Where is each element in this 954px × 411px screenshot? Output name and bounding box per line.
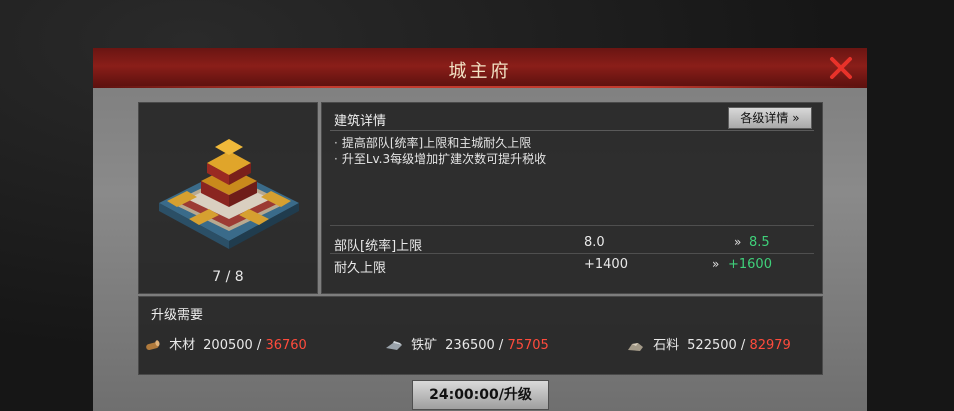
iron-ore-icon <box>386 340 402 350</box>
stat-row: 部队[统率]上限 8.0 » 8.5 <box>334 235 814 255</box>
description-item: · 提高部队[统率]上限和主城耐久上限 <box>334 136 532 150</box>
title-bar: 城主府 <box>93 48 867 88</box>
dialog-title: 城主府 <box>448 61 512 82</box>
stat-next: 8.5 <box>749 235 770 250</box>
building-dialog: 城主府 7 / 8 建筑详情 各级详情 » · 提高部队[统率]上限和主城耐久上… <box>93 48 867 411</box>
stat-current: 8.0 <box>584 235 605 250</box>
upgrade-arrow-icon: » <box>712 257 720 271</box>
details-title: 建筑详情 <box>334 114 387 129</box>
building-thumbnail-panel: 7 / 8 <box>138 102 318 294</box>
palace-building-icon <box>159 139 299 249</box>
stat-next: +1600 <box>728 257 772 272</box>
stat-name: 耐久上限 <box>334 261 387 276</box>
resource-wood: 木材 200500 / 36760 <box>145 334 307 353</box>
description-list: · 提高部队[统率]上限和主城耐久上限 · 升至Lv.3每级增加扩建次数可提升税收 <box>334 135 546 167</box>
building-level: 7 / 8 <box>212 269 244 285</box>
upgrade-button[interactable]: 24:00:00/升级 <box>412 380 549 410</box>
divider <box>330 253 814 254</box>
resource-iron: 铁矿 236500 / 75705 <box>385 334 549 353</box>
stat-row: 耐久上限 +1400 » +1600 <box>334 257 814 277</box>
stat-name: 部队[统率]上限 <box>334 239 423 254</box>
building-details-panel: 建筑详情 各级详情 » · 提高部队[统率]上限和主城耐久上限 · 升至Lv.3每级… <box>321 102 823 294</box>
close-icon <box>830 57 852 79</box>
upgrade-requirements-panel: 升级需要 木材 200500 / 36760 铁矿 236500 / 75705 石… <box>138 296 823 375</box>
level-details-button[interactable]: 各级详情 » <box>728 107 812 129</box>
requirements-title: 升级需要 <box>151 308 204 323</box>
stone-icon <box>628 342 643 351</box>
resource-stone: 石料 522500 / 82979 <box>627 334 791 353</box>
close-button[interactable] <box>828 56 854 80</box>
stat-current: +1400 <box>584 257 628 272</box>
description-item: · 升至Lv.3每级增加扩建次数可提升税收 <box>334 152 547 166</box>
upgrade-arrow-icon: » <box>734 235 742 249</box>
divider <box>330 225 814 226</box>
wood-icon <box>146 339 160 350</box>
divider <box>330 130 814 131</box>
